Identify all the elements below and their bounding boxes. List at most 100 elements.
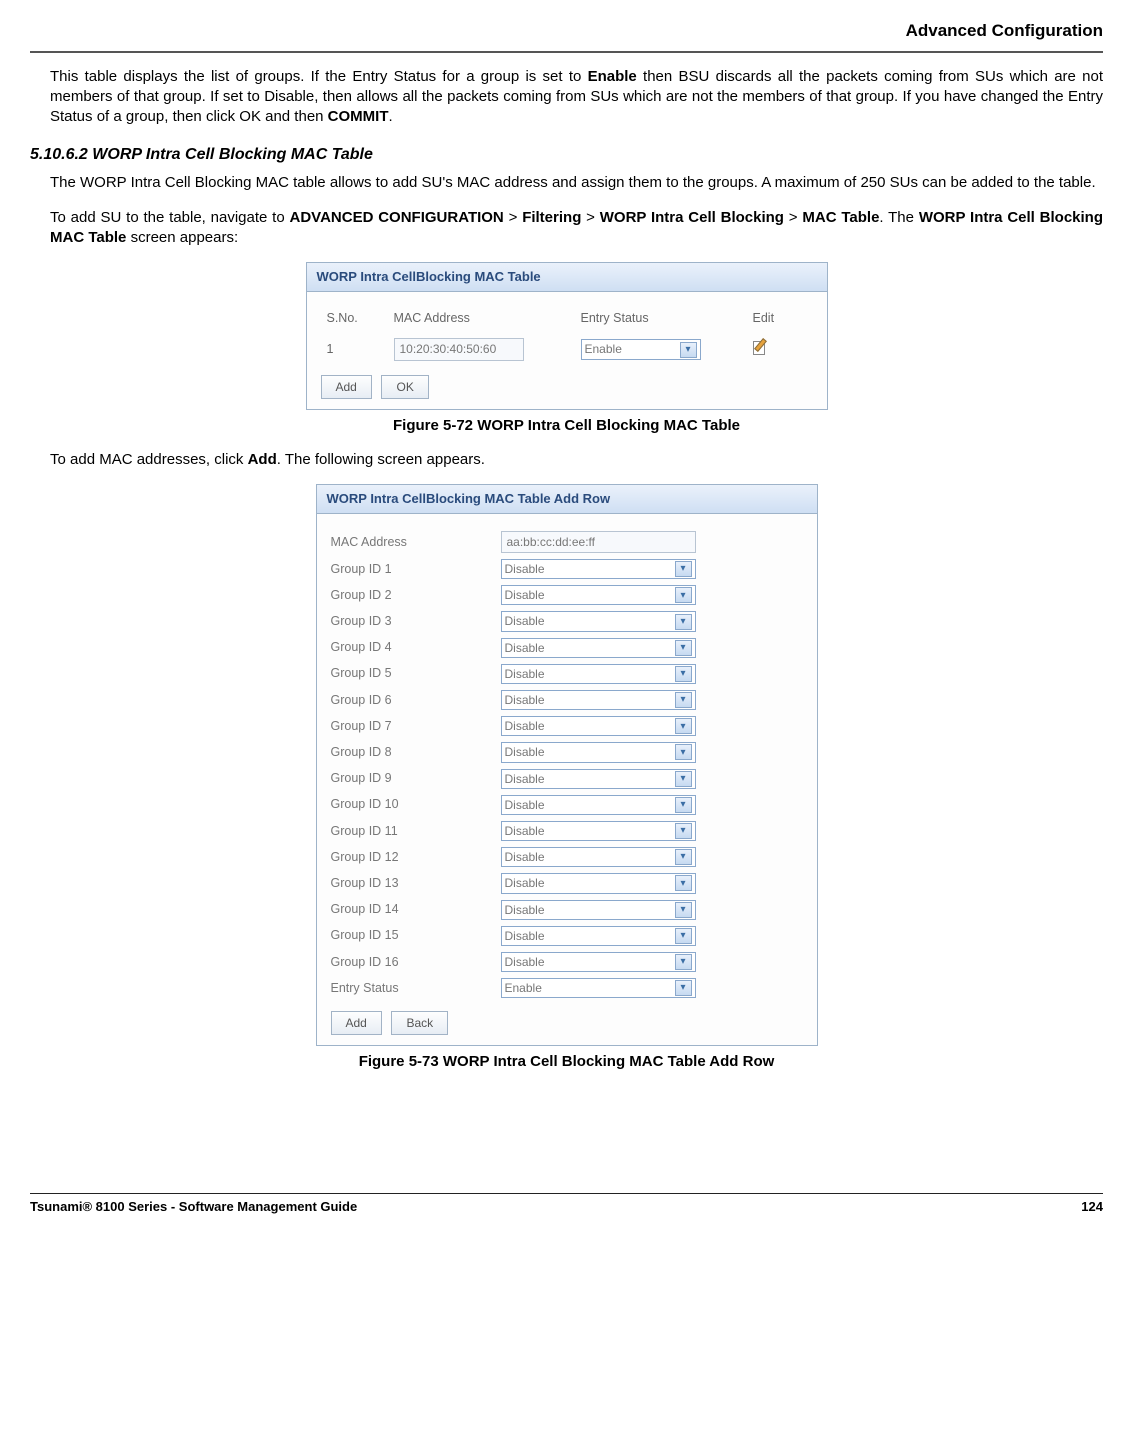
select-value: Enable [585, 341, 622, 357]
mac-address-input[interactable]: aa:bb:cc:dd:ee:ff [501, 531, 696, 553]
section-heading: 5.10.6.2 WORP Intra Cell Blocking MAC Ta… [30, 144, 1103, 166]
nav-crumb: ADVANCED CONFIGURATION [290, 209, 504, 226]
select-value: Disable [505, 587, 545, 603]
col-status: Entry Status [575, 306, 747, 335]
text: . The following screen appears. [277, 451, 485, 468]
group-id-label: Group ID 2 [331, 587, 501, 604]
mac-table-panel: WORP Intra CellBlocking MAC Table S.No. … [306, 262, 828, 410]
text: screen appears: [126, 229, 238, 246]
group-id-label: Group ID 3 [331, 613, 501, 630]
text: This table displays the list of groups. … [50, 68, 588, 85]
mac-address-label: MAC Address [331, 534, 501, 551]
group-id-select[interactable]: Disable▾ [501, 638, 696, 658]
nav-crumb: MAC Table [802, 209, 879, 226]
group-id-label: Group ID 12 [331, 849, 501, 866]
select-value: Disable [505, 849, 545, 865]
chevron-down-icon: ▾ [675, 849, 692, 865]
group-id-select[interactable]: Disable▾ [501, 559, 696, 579]
footer-page-number: 124 [1081, 1198, 1103, 1216]
chevron-down-icon: ▾ [675, 692, 692, 708]
sep: > [581, 209, 599, 226]
group-id-select[interactable]: Disable▾ [501, 926, 696, 946]
group-id-select[interactable]: Disable▾ [501, 821, 696, 841]
chevron-down-icon: ▾ [680, 342, 697, 358]
text-bold: COMMIT [328, 108, 389, 125]
chevron-down-icon: ▾ [675, 902, 692, 918]
chevron-down-icon: ▾ [675, 587, 692, 603]
mac-input[interactable]: 10:20:30:40:50:60 [394, 338, 524, 360]
select-value: Enable [505, 980, 542, 996]
select-value: Disable [505, 954, 545, 970]
table-row: 1 10:20:30:40:50:60 Enable ▾ [321, 334, 813, 364]
body-paragraph-2: To add SU to the table, navigate to ADVA… [50, 208, 1103, 249]
form-row-group: Group ID 15Disable▾ [331, 923, 803, 949]
group-id-select[interactable]: Disable▾ [501, 664, 696, 684]
add-button[interactable]: Add [331, 1011, 382, 1035]
header-rule [30, 51, 1103, 53]
group-id-select[interactable]: Disable▾ [501, 873, 696, 893]
form-row-group: Group ID 5Disable▾ [331, 661, 803, 687]
form-row-group: Group ID 12Disable ▾ [331, 844, 803, 870]
select-value: Disable [505, 640, 545, 656]
group-id-label: Group ID 11 [331, 823, 501, 840]
select-value: Disable [505, 666, 545, 682]
group-id-select[interactable]: Disable▾ [501, 611, 696, 631]
form-row-entry-status: Entry Status Enable ▾ [331, 975, 803, 1001]
group-id-select[interactable]: Disable ▾ [501, 847, 696, 867]
group-id-select[interactable]: Disable▾ [501, 690, 696, 710]
body-paragraph-1: The WORP Intra Cell Blocking MAC table a… [50, 173, 1103, 193]
footer-left: Tsunami® 8100 Series - Software Manageme… [30, 1198, 357, 1216]
back-button[interactable]: Back [391, 1011, 448, 1035]
form-row-group: Group ID 11Disable▾ [331, 818, 803, 844]
form-row-group: Group ID 3Disable▾ [331, 608, 803, 634]
section-name: WORP Intra Cell Blocking MAC Table [92, 146, 373, 163]
text-bold: Enable [588, 68, 637, 85]
nav-crumb: Filtering [522, 209, 581, 226]
form-row-group: Group ID 7Disable▾ [331, 713, 803, 739]
form-row-group: Group ID 6Disable▾ [331, 687, 803, 713]
edit-icon[interactable] [753, 339, 767, 355]
group-id-label: Group ID 4 [331, 639, 501, 656]
select-value: Disable [505, 771, 545, 787]
chevron-down-icon: ▾ [675, 954, 692, 970]
group-id-select[interactable]: Disable ▾ [501, 769, 696, 789]
chevron-down-icon: ▾ [675, 771, 692, 787]
select-value: Disable [505, 928, 545, 944]
text: . The [879, 209, 918, 226]
form-row-group: Group ID 2Disable ▾ [331, 582, 803, 608]
group-id-label: Group ID 16 [331, 954, 501, 971]
select-value: Disable [505, 561, 545, 577]
group-id-label: Group ID 10 [331, 796, 501, 813]
col-mac: MAC Address [388, 306, 575, 335]
group-id-label: Group ID 1 [331, 561, 501, 578]
form-row-group: Group ID 16Disable ▾ [331, 949, 803, 975]
group-id-label: Group ID 8 [331, 744, 501, 761]
group-id-select[interactable]: Disable ▾ [501, 716, 696, 736]
text-bold: Add [248, 451, 277, 468]
group-id-select[interactable]: Disable ▾ [501, 585, 696, 605]
col-edit: Edit [747, 306, 813, 335]
panel-title: WORP Intra CellBlocking MAC Table Add Ro… [317, 485, 817, 514]
chevron-down-icon: ▾ [675, 718, 692, 734]
group-id-label: Group ID 6 [331, 692, 501, 709]
form-row-group: Group ID 13Disable▾ [331, 870, 803, 896]
group-id-select[interactable]: Disable ▾ [501, 952, 696, 972]
group-id-select[interactable]: Disable▾ [501, 795, 696, 815]
group-id-select[interactable]: Disable▾ [501, 742, 696, 762]
mac-table-add-panel: WORP Intra CellBlocking MAC Table Add Ro… [316, 484, 818, 1046]
table-header-row: S.No. MAC Address Entry Status Edit [321, 306, 813, 335]
entry-status-select[interactable]: Enable ▾ [501, 978, 696, 998]
form-row-group: Group ID 4Disable▾ [331, 635, 803, 661]
form-row-group: Group ID 8Disable▾ [331, 739, 803, 765]
figure-caption-2: Figure 5-73 WORP Intra Cell Blocking MAC… [30, 1052, 1103, 1072]
form-row-group: Group ID 10Disable▾ [331, 792, 803, 818]
ok-button[interactable]: OK [381, 375, 428, 399]
entry-status-select[interactable]: Enable ▾ [581, 339, 701, 359]
add-button[interactable]: Add [321, 375, 372, 399]
text: To add SU to the table, navigate to [50, 209, 290, 226]
select-value: Disable [505, 718, 545, 734]
group-id-label: Group ID 5 [331, 665, 501, 682]
form-row-group: Group ID 1Disable▾ [331, 556, 803, 582]
chevron-down-icon: ▾ [675, 823, 692, 839]
group-id-select[interactable]: Disable▾ [501, 900, 696, 920]
